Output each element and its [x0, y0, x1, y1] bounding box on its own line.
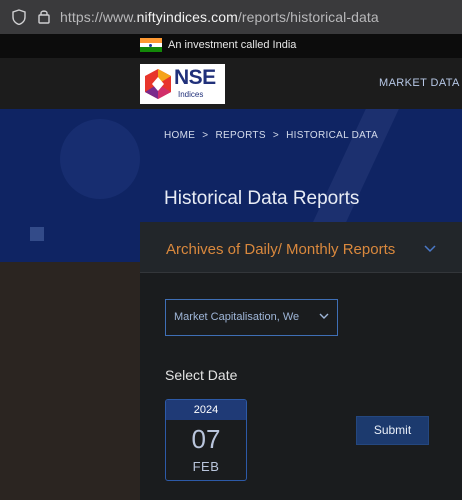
url-prefix: https://www. — [60, 9, 137, 25]
date-month: FEB — [192, 459, 220, 474]
breadcrumb-separator: > — [272, 130, 280, 141]
submit-button[interactable]: Submit — [356, 416, 429, 445]
logo-text: NSE — [174, 66, 216, 89]
page-title: Historical Data Reports — [164, 188, 360, 209]
breadcrumb-reports[interactable]: REPORTS — [216, 130, 266, 141]
nse-logo-mark-icon — [145, 69, 171, 99]
browser-url-bar[interactable]: https://www.niftyindices.com/reports/his… — [0, 0, 462, 34]
breadcrumb-separator: > — [202, 130, 209, 141]
select-date-label: Select Date — [165, 367, 238, 383]
breadcrumb-home[interactable]: HOME — [164, 130, 195, 141]
tagline: An investment called India — [168, 39, 297, 51]
url-host: niftyindices.com — [136, 9, 238, 25]
left-background — [0, 262, 140, 500]
report-type-value: Market Capitalisation, We — [174, 311, 300, 323]
lock-icon[interactable] — [38, 9, 50, 24]
report-type-select[interactable]: Market Capitalisation, We — [165, 299, 338, 336]
breadcrumb-historical-data: HISTORICAL DATA — [286, 130, 379, 141]
chevron-down-icon[interactable] — [424, 245, 436, 253]
india-flag-icon — [140, 38, 162, 52]
breadcrumb: HOME > REPORTS > HISTORICAL DATA — [164, 130, 382, 141]
date-picker[interactable]: 2024 07 FEB — [165, 399, 247, 481]
date-day: 07 — [191, 424, 221, 454]
logo-subtext: Indices — [178, 90, 204, 99]
url-path: /reports/historical-data — [237, 9, 379, 25]
shield-icon[interactable] — [12, 9, 26, 25]
nav-market-data[interactable]: MARKET DATA — [379, 77, 460, 89]
nse-indices-logo[interactable]: NSE Indices — [140, 64, 225, 104]
chevron-down-icon — [319, 313, 329, 319]
url-text[interactable]: https://www.niftyindices.com/reports/his… — [60, 9, 379, 25]
accordion-title[interactable]: Archives of Daily/ Monthly Reports — [166, 241, 395, 258]
date-year: 2024 — [166, 400, 246, 420]
divider — [140, 272, 462, 273]
